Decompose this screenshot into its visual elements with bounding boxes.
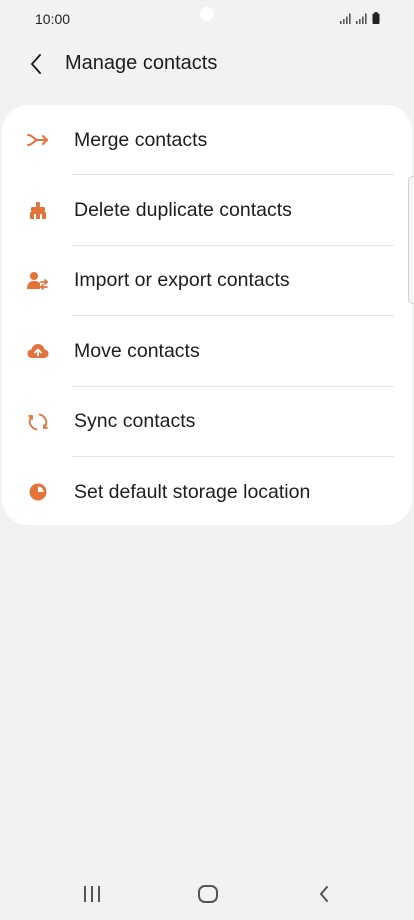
app-header: Manage contacts xyxy=(0,40,414,90)
back-icon xyxy=(320,886,328,902)
menu-item-import-export-contacts[interactable]: Import or export contacts xyxy=(2,246,412,317)
chevron-left-icon xyxy=(31,54,41,74)
recents-button[interactable] xyxy=(77,880,107,908)
menu-item-label: Import or export contacts xyxy=(74,269,290,292)
menu-item-set-default-storage-location[interactable]: Set default storage location xyxy=(2,457,412,527)
manage-contacts-menu: Merge contacts Delete duplicate contacts xyxy=(2,105,412,525)
home-button[interactable] xyxy=(193,880,223,908)
menu-item-label: Set default storage location xyxy=(74,480,311,503)
sync-icon xyxy=(24,408,52,436)
menu-item-move-contacts[interactable]: Move contacts xyxy=(2,316,412,387)
status-icons xyxy=(340,12,380,24)
person-transfer-icon xyxy=(24,267,52,295)
status-time: 10:00 xyxy=(35,11,71,27)
battery-icon xyxy=(372,12,380,24)
broom-icon xyxy=(24,197,52,225)
pie-storage-icon xyxy=(24,478,52,506)
menu-item-label: Merge contacts xyxy=(74,128,208,151)
signal-strength-2-icon xyxy=(356,13,367,24)
status-bar: 10:00 xyxy=(0,0,414,40)
menu-item-label: Sync contacts xyxy=(74,410,196,433)
menu-item-sync-contacts[interactable]: Sync contacts xyxy=(2,387,412,457)
menu-item-label: Delete duplicate contacts xyxy=(74,199,292,222)
merge-arrow-icon xyxy=(24,126,52,154)
navigation-bar xyxy=(0,866,414,920)
menu-item-delete-duplicate-contacts[interactable]: Delete duplicate contacts xyxy=(2,175,412,246)
cloud-upload-icon xyxy=(24,337,52,365)
signal-strength-icon xyxy=(340,13,351,24)
camera-cutout xyxy=(200,7,214,21)
back-button[interactable] xyxy=(20,48,52,80)
home-icon xyxy=(198,885,218,903)
nav-back-button[interactable] xyxy=(309,880,339,908)
menu-item-merge-contacts[interactable]: Merge contacts xyxy=(2,105,412,176)
recents-icon xyxy=(84,886,100,902)
menu-item-label: Move contacts xyxy=(74,339,200,362)
edge-panel-handle[interactable] xyxy=(408,176,414,304)
page-title: Manage contacts xyxy=(65,52,218,74)
